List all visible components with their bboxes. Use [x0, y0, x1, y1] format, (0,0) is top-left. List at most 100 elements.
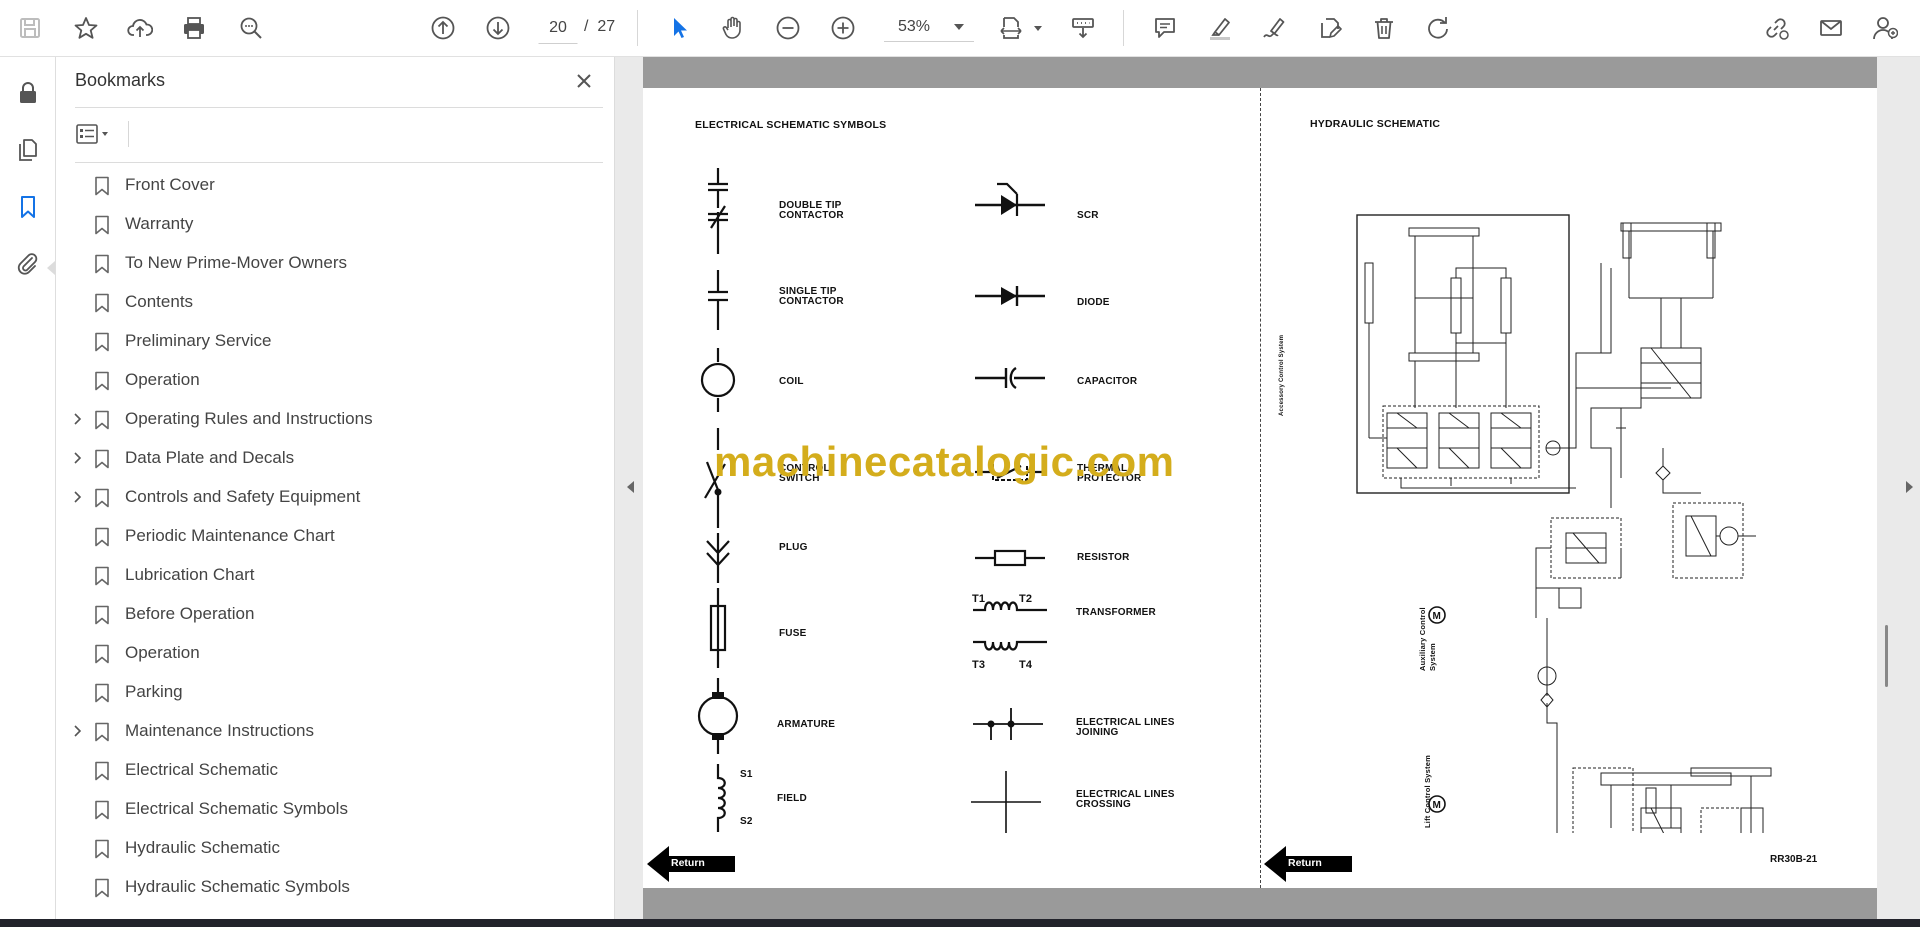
symbol-label: ELECTRICAL LINES CROSSING: [1076, 789, 1175, 810]
bookmark-item[interactable]: Electrical Schematic: [56, 751, 596, 790]
lock-icon[interactable]: [12, 77, 44, 109]
bookmark-item[interactable]: To New Prime-Mover Owners: [56, 244, 596, 283]
bookmark-item[interactable]: Maintenance Instructions: [56, 712, 596, 751]
zoom-dropdown-caret-icon[interactable]: [954, 24, 964, 30]
email-icon[interactable]: [1814, 11, 1848, 45]
document-scrollbar[interactable]: [1885, 625, 1888, 687]
bookmark-item[interactable]: Lubrication Chart: [56, 556, 596, 595]
find-zoom-icon[interactable]: [234, 11, 268, 45]
star-icon[interactable]: [69, 11, 103, 45]
bookmark-item[interactable]: Operating Rules and Instructions: [56, 400, 596, 439]
zoom-out-icon[interactable]: [771, 11, 805, 45]
hydraulic-schematic-heading: HYDRAULIC SCHEMATIC: [1310, 118, 1441, 130]
bookmark-item[interactable]: Hydraulic Schematic: [56, 829, 596, 868]
print-icon[interactable]: [177, 11, 211, 45]
page-number-input[interactable]: 20: [538, 12, 578, 44]
symbol-label: COIL: [779, 376, 804, 387]
page-thumbnails-icon[interactable]: [12, 134, 44, 166]
panel-pointer: [47, 261, 55, 275]
bookmark-label: To New Prime-Mover Owners: [125, 253, 347, 272]
previous-page-icon[interactable]: [426, 11, 460, 45]
lines-crossing-symbol: [971, 771, 1041, 833]
upload-cloud-icon[interactable]: [123, 11, 157, 45]
field-symbol: [716, 764, 726, 832]
expand-chevron-icon[interactable]: [70, 490, 84, 504]
bookmarks-title: Bookmarks: [75, 70, 166, 90]
edit-pdf-icon[interactable]: [1312, 11, 1346, 45]
symbol-label: DOUBLE TIP CONTACTOR: [779, 200, 844, 221]
close-icon[interactable]: [572, 69, 596, 93]
bookmark-icon: [95, 332, 109, 352]
bookmark-icon: [95, 488, 109, 508]
armature-symbol: [697, 678, 739, 754]
next-page-icon[interactable]: [481, 11, 515, 45]
expand-chevron-icon[interactable]: [70, 724, 84, 738]
bookmark-icon: [95, 293, 109, 313]
fuse-symbol: [709, 588, 727, 668]
scroll-mode-icon[interactable]: [1066, 11, 1100, 45]
bookmark-item[interactable]: Front Cover: [56, 166, 596, 205]
symbol-label: PLUG: [779, 542, 808, 553]
bookmark-item[interactable]: Before Operation: [56, 595, 596, 634]
bookmarks-panel-icon[interactable]: [12, 191, 44, 223]
bookmark-icon: [95, 878, 109, 898]
bookmark-item[interactable]: Warranty: [56, 205, 596, 244]
attachments-icon[interactable]: [12, 248, 44, 280]
bookmark-options-button[interactable]: [75, 119, 125, 149]
lines-joining-symbol: [973, 708, 1043, 740]
bookmark-icon: [95, 722, 109, 742]
select-cursor-icon[interactable]: [662, 11, 696, 45]
bookmark-icon: [95, 839, 109, 859]
draw-freehand-icon[interactable]: [1257, 11, 1291, 45]
save-icon[interactable]: [13, 11, 47, 45]
bookmark-item[interactable]: Parking: [56, 673, 596, 712]
highlight-icon[interactable]: [1203, 11, 1237, 45]
bookmark-icon: [95, 371, 109, 391]
bookmark-item[interactable]: Operation: [56, 361, 596, 400]
page-fit-caret-icon[interactable]: [1021, 11, 1055, 45]
bookmark-icon: [95, 683, 109, 703]
single-tip-contactor-symbol: [708, 270, 728, 330]
page-total: / 27: [584, 18, 616, 35]
symbol-label: RESISTOR: [1077, 552, 1130, 563]
bookmark-item[interactable]: Periodic Maintenance Chart: [56, 517, 596, 556]
bookmark-label: Lubrication Chart: [125, 565, 255, 584]
bookmark-item[interactable]: Contents: [56, 283, 596, 322]
bookmark-label: Electrical Schematic: [125, 760, 279, 779]
symbol-label: DIODE: [1077, 297, 1110, 308]
bookmark-item[interactable]: Electrical Schematic Symbols: [56, 790, 596, 829]
collapse-right-icon[interactable]: [1906, 481, 1913, 493]
transformer-terminal-label: T2: [1019, 593, 1033, 605]
bookmark-item[interactable]: Operation: [56, 634, 596, 673]
zoom-in-icon[interactable]: [826, 11, 860, 45]
bookmark-icon: [95, 761, 109, 781]
right-collapse-strip[interactable]: [1877, 57, 1920, 919]
return-button[interactable]: Return: [647, 844, 735, 884]
expand-chevron-icon[interactable]: [70, 412, 84, 426]
coil-symbol: [700, 348, 736, 412]
bookmark-icon: [95, 644, 109, 664]
bookmark-item[interactable]: Controls and Safety Equipment: [56, 478, 596, 517]
bookmark-label: Data Plate and Decals: [125, 448, 295, 467]
document-page: ELECTRICAL SCHEMATIC SYMBOLS HYDRAULIC S…: [643, 88, 1877, 888]
hand-tool-icon[interactable]: [716, 11, 750, 45]
delete-icon[interactable]: [1367, 11, 1401, 45]
bookmark-item[interactable]: Hydraulic Schematic Symbols: [56, 868, 596, 907]
bookmark-label: Warranty: [125, 214, 194, 233]
navigation-rail: [0, 57, 56, 919]
collapse-left-icon[interactable]: [627, 481, 634, 493]
account-icon[interactable]: [1868, 11, 1902, 45]
bookmark-item[interactable]: Preliminary Service: [56, 322, 596, 361]
share-link-icon[interactable]: [1759, 11, 1793, 45]
comment-icon[interactable]: [1148, 11, 1182, 45]
double-tip-contactor-symbol: [708, 168, 728, 254]
resistor-symbol: [975, 549, 1045, 567]
expand-chevron-icon[interactable]: [70, 451, 84, 465]
bookmark-label: Before Operation: [125, 604, 255, 623]
watermark-text: machinecatalogic.com: [714, 438, 1175, 485]
bookmark-icon: [95, 566, 109, 586]
rotate-icon[interactable]: [1421, 11, 1455, 45]
bookmark-item[interactable]: Data Plate and Decals: [56, 439, 596, 478]
hydraulic-system-label: Lift Control System: [1423, 755, 1432, 828]
return-button[interactable]: Return: [1264, 844, 1352, 884]
